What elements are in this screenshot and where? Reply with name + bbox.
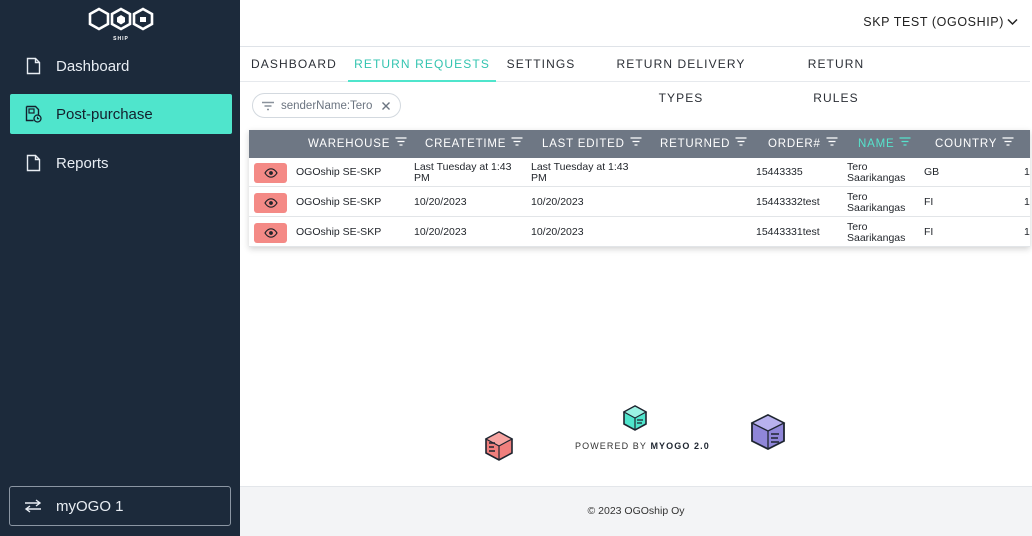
cube-logo-purple-icon [750, 413, 786, 455]
sidebar-item-post-purchase[interactable]: Post-purchase [10, 94, 232, 134]
account-name: SKP TEST (OGOSHIP) [863, 15, 1004, 29]
account-switcher-button[interactable]: myOGO 1 [9, 486, 231, 526]
sidebar-item-dashboard[interactable]: Dashboard [10, 46, 232, 86]
tab-return-delivery-types[interactable]: RETURN DELIVERY TYPES [596, 47, 766, 105]
cell-order: 15443335 [756, 166, 803, 178]
tab-return-rules[interactable]: RETURN RULES [784, 47, 888, 105]
cell-warehouse: OGOship SE-SKP [296, 196, 382, 208]
document-icon [24, 56, 42, 76]
ogoship-logo[interactable]: SHIP [88, 7, 154, 42]
filter-icon [826, 130, 838, 157]
filter-icon [261, 101, 275, 111]
cell-warehouse: OGOship SE-SKP [296, 226, 382, 238]
cell-country: GB [924, 166, 940, 178]
column-header-country[interactable]: COUNTRY [935, 130, 1014, 158]
tab-dashboard[interactable]: DASHBOARD [250, 47, 338, 82]
column-header-createtime[interactable]: CREATETIME [425, 130, 523, 158]
cell-warehouse: OGOship SE-SKP [296, 166, 382, 178]
cell-order: 15443331test [756, 226, 820, 238]
cube-logo-teal-icon [622, 405, 648, 436]
sidebar-item-label: Post-purchase [56, 105, 153, 123]
app-root: SHIP Dashboard Post-purchase Reports myO [0, 0, 1032, 536]
cell-last-edited: 10/20/2023 [531, 226, 584, 238]
column-header-returned[interactable]: RETURNED [660, 130, 747, 158]
cell-country: FI [924, 196, 934, 208]
return-requests-table: WAREHOUSE CREATETIME LAST EDITED RETURNE… [249, 130, 1030, 247]
filter-icon [899, 130, 911, 157]
cell-createtime: 10/20/2023 [414, 226, 467, 238]
logo-subtitle: SHIP [113, 36, 129, 42]
powered-brand: MYOGO 2.0 [650, 441, 710, 451]
column-header-warehouse[interactable]: WAREHOUSE [308, 130, 407, 158]
return-box-icon [24, 104, 42, 124]
switcher-label: myOGO 1 [56, 497, 124, 515]
sidebar-item-label: Dashboard [56, 57, 130, 75]
eye-icon [263, 198, 278, 208]
cell-order: 15443332test [756, 196, 820, 208]
cell-extra: 1 [1024, 226, 1030, 238]
eye-icon [263, 228, 278, 238]
cell-country: FI [924, 226, 934, 238]
cube-logo-red-icon [484, 431, 514, 466]
sidebar-item-label: Reports [56, 154, 109, 172]
sidebar: SHIP Dashboard Post-purchase Reports myO [0, 0, 240, 536]
page-footer: © 2023 OGOship Oy [240, 486, 1032, 536]
close-icon[interactable] [381, 101, 391, 111]
view-button[interactable] [254, 163, 287, 183]
column-header-last-edited[interactable]: LAST EDITED [542, 130, 642, 158]
cell-extra: 1 [1024, 166, 1030, 178]
cell-createtime: Last Tuesday at 1:43 PM [414, 161, 512, 184]
column-header-name[interactable]: NAME [858, 130, 911, 158]
cell-last-edited: Last Tuesday at 1:43 PM [531, 161, 629, 184]
filter-icon [735, 130, 747, 157]
powered-by-text: POWERED BY MYOGO 2.0 [575, 441, 710, 451]
filter-chip-label: senderName:Tero [281, 99, 373, 112]
cell-name: Tero Saarikangas [847, 161, 906, 184]
chevron-down-icon [1007, 15, 1018, 29]
table-header: WAREHOUSE CREATETIME LAST EDITED RETURNE… [249, 130, 1030, 158]
filter-icon [395, 130, 407, 157]
cell-last-edited: 10/20/2023 [531, 196, 584, 208]
cell-createtime: 10/20/2023 [414, 196, 467, 208]
cell-name: Tero Saarikangas [847, 191, 906, 214]
tab-bar: DASHBOARD RETURN REQUESTS SETTINGS RETUR… [240, 46, 1030, 105]
table-row[interactable]: OGOship SE-SKP Last Tuesday at 1:43 PM L… [249, 158, 1030, 187]
filter-chip[interactable]: senderName:Tero [252, 93, 401, 118]
view-button[interactable] [254, 193, 287, 213]
view-button[interactable] [254, 223, 287, 243]
copyright-text: © 2023 OGOship Oy [587, 505, 685, 517]
column-header-order[interactable]: ORDER# [768, 130, 838, 158]
tab-settings[interactable]: SETTINGS [506, 47, 576, 82]
filter-icon [630, 130, 642, 157]
account-menu[interactable]: SKP TEST (OGOSHIP) [863, 15, 1018, 29]
cell-extra: 1 [1024, 196, 1030, 208]
cell-name: Tero Saarikangas [847, 221, 906, 244]
sidebar-item-reports[interactable]: Reports [10, 143, 232, 183]
table-row[interactable]: OGOship SE-SKP 10/20/2023 10/20/2023 154… [249, 218, 1030, 247]
switch-arrows-icon [24, 498, 42, 514]
document-icon [24, 153, 42, 173]
filter-icon [511, 130, 523, 157]
table-row[interactable]: OGOship SE-SKP 10/20/2023 10/20/2023 154… [249, 188, 1030, 217]
ogo-hexagon-logo-icon [88, 7, 154, 31]
filter-icon [1002, 130, 1014, 157]
eye-icon [263, 168, 278, 178]
tab-return-requests[interactable]: RETURN REQUESTS [348, 47, 496, 82]
